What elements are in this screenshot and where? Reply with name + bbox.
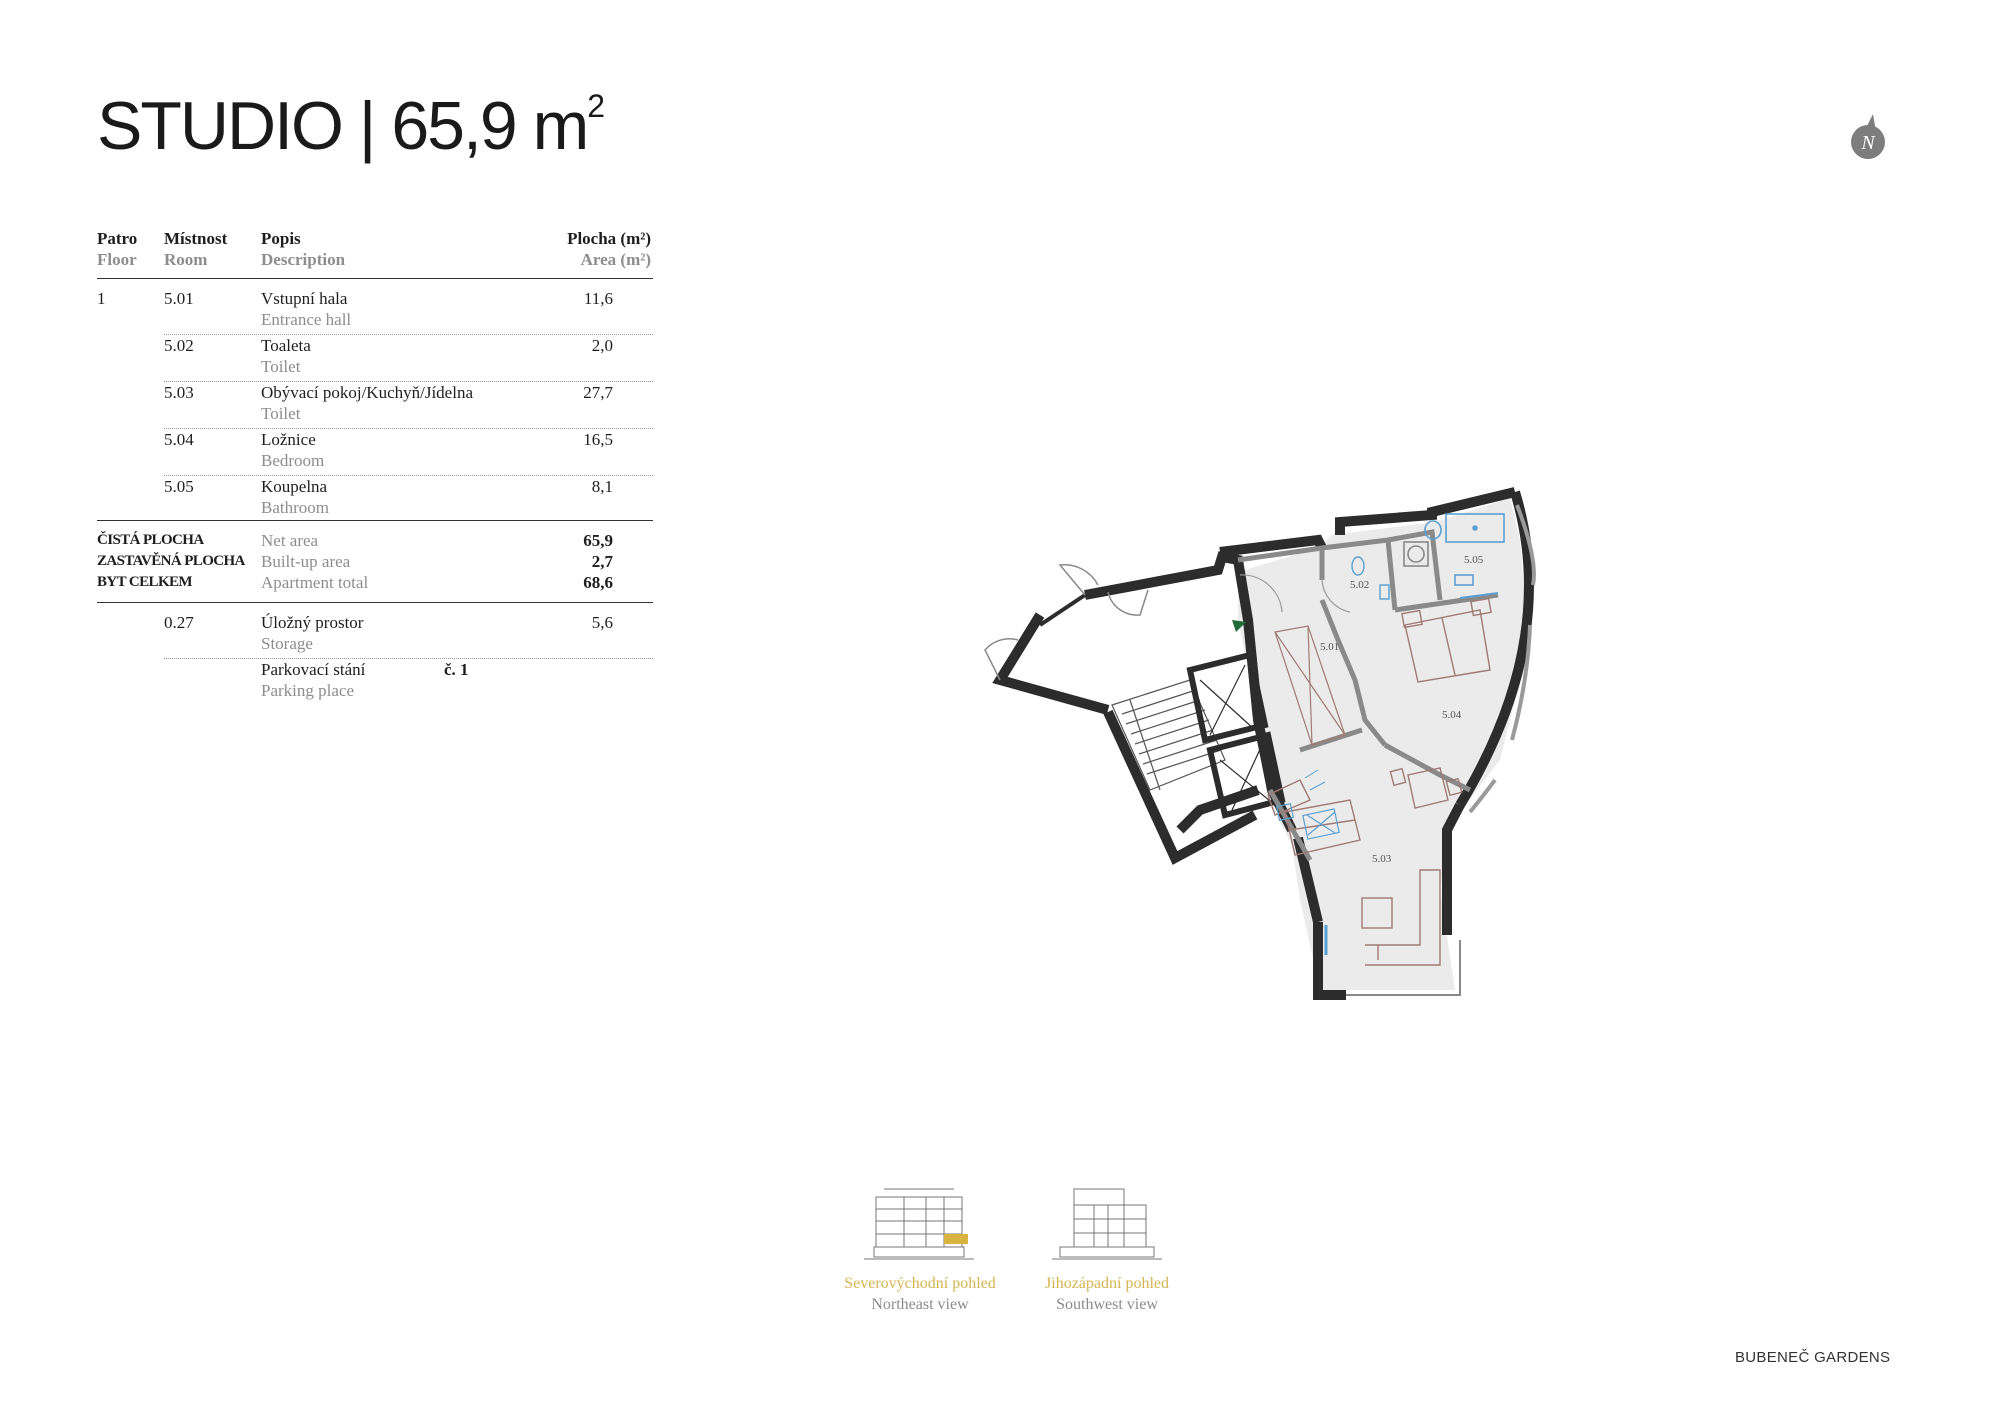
summary-label-en: Net area xyxy=(261,531,319,550)
divider xyxy=(97,520,653,521)
table-row: 5.02 Toaleta Toilet 2,0 xyxy=(97,335,653,382)
compass-letter: N xyxy=(1860,132,1876,154)
header-desc-cz: Popis xyxy=(261,229,301,248)
room-desc-en: Bathroom xyxy=(261,498,329,517)
room-label-504: 5.04 xyxy=(1442,709,1462,721)
table-row: 5.04 Ložnice Bedroom 16,5 xyxy=(97,429,653,476)
room-desc-cz: Toaleta xyxy=(261,336,311,355)
room-label-503: 5.03 xyxy=(1372,853,1392,865)
north-compass-icon: N xyxy=(1851,114,1885,159)
northeast-view-caption: Severovýchodní pohled Northeast view xyxy=(820,1273,1020,1315)
extra-area: 5,6 xyxy=(591,613,613,632)
room-number: 5.05 xyxy=(164,477,194,496)
southwest-view-en: Southwest view xyxy=(1056,1296,1158,1313)
extra-desc-cz: Parkovací stání xyxy=(261,660,366,679)
room-desc-cz: Obývací pokoj/Kuchyň/Jídelna xyxy=(261,383,473,402)
room-area: 27,7 xyxy=(583,383,613,402)
summary-value: 68,6 xyxy=(583,573,613,592)
room-number: 5.04 xyxy=(164,430,194,449)
divider xyxy=(97,602,653,603)
extra-desc-en: Storage xyxy=(261,634,313,653)
header-floor-cz: Patro xyxy=(97,229,138,248)
room-area: 8,1 xyxy=(591,477,613,496)
extra-row: Parkovací stání Parking place č. 1 xyxy=(97,659,653,706)
room-desc-en: Entrance hall xyxy=(261,310,352,329)
header-area-en: Area (m²) xyxy=(580,250,651,269)
room-area: 11,6 xyxy=(583,289,613,308)
room-desc-cz: Ložnice xyxy=(261,430,316,449)
divider xyxy=(97,278,653,279)
extra-desc-en: Parking place xyxy=(261,681,354,700)
header-floor-en: Floor xyxy=(97,250,137,269)
header-room-cz: Místnost xyxy=(164,229,228,248)
summary-value: 65,9 xyxy=(583,531,613,550)
stair-core-walls xyxy=(992,551,1297,865)
room-desc-en: Toilet xyxy=(261,404,301,423)
header-area-cz: Plocha (m²) xyxy=(567,229,651,248)
header-desc-en: Description xyxy=(261,250,346,269)
room-label-505: 5.05 xyxy=(1464,554,1484,566)
title-superscript: 2 xyxy=(587,88,605,124)
southwest-view-caption: Jihozápadní pohled Southwest view xyxy=(1017,1273,1197,1315)
room-label-502: 5.02 xyxy=(1350,579,1369,591)
header-room-en: Room xyxy=(164,250,208,269)
room-number: 5.03 xyxy=(164,383,194,402)
table-row: 5.05 Koupelna Bathroom 8,1 xyxy=(97,476,653,523)
northeast-view-cz: Severovýchodní pohled xyxy=(844,1275,996,1292)
room-area: 2,0 xyxy=(591,336,613,355)
northeast-view-en: Northeast view xyxy=(871,1296,969,1313)
staircase xyxy=(1111,679,1226,791)
southwest-view-cz: Jihozápadní pohled xyxy=(1045,1275,1169,1292)
floor-plan: 5.01 5.02 5.03 5.04 5.05 xyxy=(984,487,1536,1000)
room-desc-en: Bedroom xyxy=(261,451,325,470)
room-number: 5.02 xyxy=(164,336,194,355)
summary-label-cz: ČISTÁ PLOCHA xyxy=(97,532,204,548)
summary-label-en: Apartment total xyxy=(261,573,369,592)
room-label-501: 5.01 xyxy=(1320,641,1339,653)
brand-name: BUBENEČ GARDENS xyxy=(1735,1349,1891,1366)
summary-label-cz: BYT CELKEM xyxy=(97,574,193,590)
room-desc-cz: Koupelna xyxy=(261,477,328,496)
room-desc-cz: Vstupní hala xyxy=(261,289,348,308)
southwest-view-icon xyxy=(1052,1188,1162,1260)
summary-label-en: Built-up area xyxy=(261,552,351,571)
table-row: 1 5.01 Vstupní hala Entrance hall 11,6 xyxy=(97,288,653,335)
parking-number: č. 1 xyxy=(444,660,469,679)
table-header: Patro Floor Místnost Room Popis Description… xyxy=(97,228,653,280)
table-row: 5.03 Obývací pokoj/Kuchyň/Jídelna Toilet … xyxy=(97,382,653,429)
summary-label-cz: ZASTAVĚNÁ PLOCHA xyxy=(97,553,245,569)
northeast-view-icon xyxy=(864,1188,974,1260)
room-area: 16,5 xyxy=(583,430,613,449)
room-number: 0.27 xyxy=(164,613,194,632)
extra-row: 0.27 Úložný prostor Storage 5,6 xyxy=(97,612,653,659)
extra-desc-cz: Úložný prostor xyxy=(261,613,364,632)
summary-value: 2,7 xyxy=(591,552,613,571)
room-number: 5.01 xyxy=(164,289,194,308)
page-title: STUDIO | 65,9 m2 xyxy=(97,88,605,164)
room-desc-en: Toilet xyxy=(261,357,301,376)
building-views: Severovýchodní pohled Northeast view Jih… xyxy=(820,1185,1200,1325)
floor-value: 1 xyxy=(97,289,106,308)
